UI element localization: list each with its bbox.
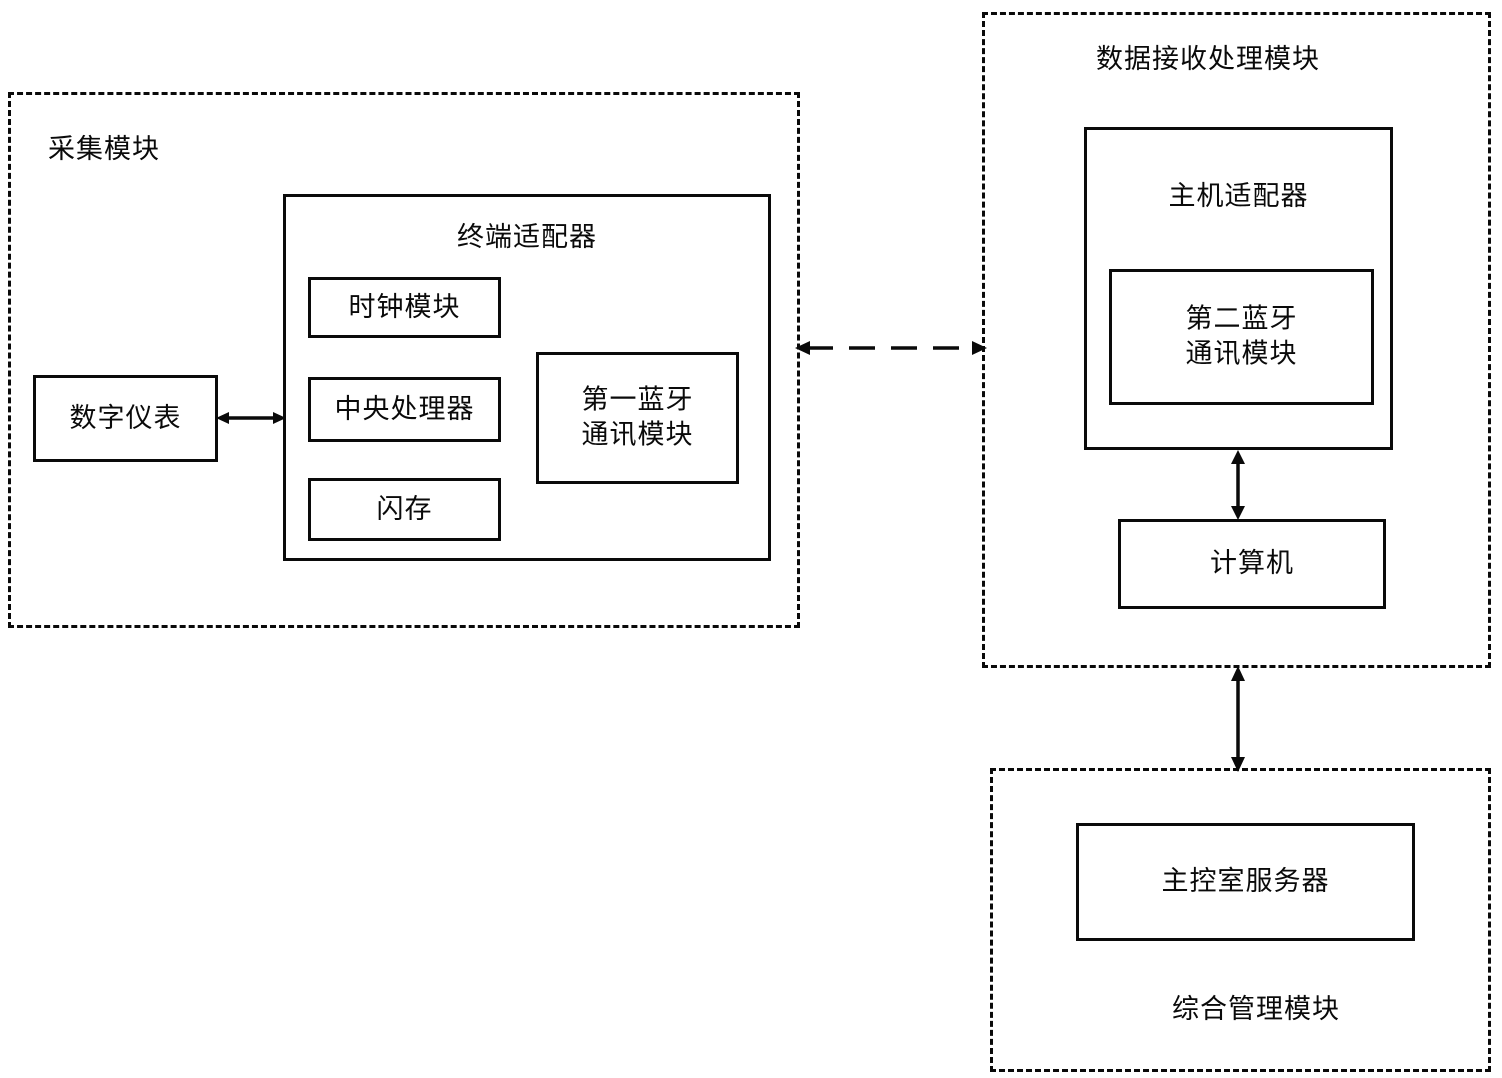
second-bluetooth-module-label: 第二蓝牙 通讯模块 <box>1185 303 1298 369</box>
first-bluetooth-module-label: 第一蓝牙 通讯模块 <box>581 384 694 450</box>
arrow-receiving-to-management <box>1226 666 1250 772</box>
cpu-box[interactable]: 中央处理器 <box>308 377 501 442</box>
arrow-instrument-to-adapter <box>216 406 286 430</box>
second-bluetooth-module-box[interactable]: 第二蓝牙 通讯模块 <box>1109 269 1374 405</box>
clock-module-box[interactable]: 时钟模块 <box>308 277 501 338</box>
digital-instrument-box[interactable]: 数字仪表 <box>33 375 218 462</box>
host-adapter-title: 主机适配器 <box>1168 181 1309 212</box>
digital-instrument-label: 数字仪表 <box>69 402 182 434</box>
terminal-adapter-title: 终端适配器 <box>457 222 597 253</box>
first-bluetooth-module-box[interactable]: 第一蓝牙 通讯模块 <box>536 352 739 484</box>
flash-memory-label: 闪存 <box>376 493 433 525</box>
acquisition-module-label: 采集模块 <box>48 134 160 165</box>
diagram-canvas: 采集模块 数字仪表 终端适配器 时钟模块 中央处理器 闪存 第一蓝牙 通讯模块 <box>0 0 1502 1078</box>
data-receiving-module-label: 数据接收处理模块 <box>1096 44 1320 75</box>
computer-box[interactable]: 计算机 <box>1118 519 1386 609</box>
arrow-acquisition-to-receiving <box>795 336 987 360</box>
cpu-label: 中央处理器 <box>334 393 475 425</box>
arrow-adapter-to-computer <box>1226 450 1250 520</box>
computer-label: 计算机 <box>1210 547 1294 579</box>
host-adapter-box: 主机适配器 第二蓝牙 通讯模块 <box>1084 127 1393 450</box>
flash-memory-box[interactable]: 闪存 <box>308 478 501 541</box>
control-room-server-box[interactable]: 主控室服务器 <box>1076 823 1415 941</box>
management-module-label: 综合管理模块 <box>1172 994 1340 1025</box>
clock-module-label: 时钟模块 <box>348 291 461 323</box>
terminal-adapter-box: 终端适配器 时钟模块 中央处理器 闪存 第一蓝牙 通讯模块 <box>283 194 771 561</box>
control-room-server-label: 主控室服务器 <box>1161 865 1330 897</box>
